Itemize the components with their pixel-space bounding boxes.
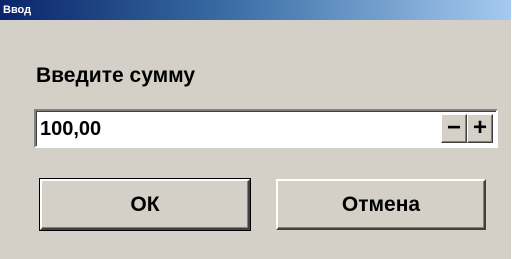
title-bar[interactable]: Ввод <box>0 0 511 20</box>
input-dialog-window: Ввод Введите сумму 100,00 − + ОК Отмена <box>0 0 512 259</box>
ok-button[interactable]: ОК <box>40 179 250 230</box>
window-title: Ввод <box>3 4 32 16</box>
decrement-button[interactable]: − <box>441 114 467 143</box>
cancel-button[interactable]: Отмена <box>276 179 486 230</box>
amount-prompt-label: Введите сумму <box>36 64 196 87</box>
increment-button[interactable]: + <box>467 114 493 143</box>
amount-input[interactable]: 100,00 − + <box>34 109 498 148</box>
amount-input-value[interactable]: 100,00 <box>40 117 101 141</box>
